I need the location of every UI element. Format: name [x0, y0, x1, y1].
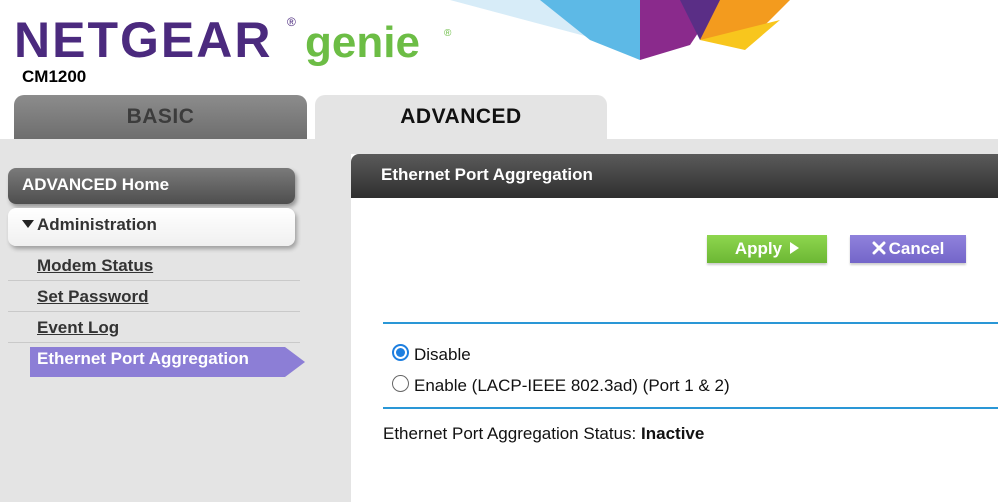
registered-mark-2: ®	[444, 28, 452, 39]
tab-advanced[interactable]: ADVANCED	[315, 95, 607, 139]
arrow-right-icon	[790, 242, 800, 254]
radio-enable-label: Enable (LACP-IEEE 802.3ad) (Port 1 & 2)	[414, 376, 730, 395]
nav-item-label: Set Password	[37, 287, 149, 306]
nav-advanced-home[interactable]: ADVANCED Home	[8, 168, 295, 204]
nav-item-label: Modem Status	[37, 256, 154, 275]
cancel-label: Cancel	[888, 239, 945, 258]
content-panel	[351, 154, 998, 502]
genie-logo: genie	[305, 18, 420, 67]
brand-logo: NETGEAR	[14, 12, 272, 68]
cancel-button[interactable]: Cancel	[850, 235, 966, 263]
nav-item-label: Event Log	[37, 318, 120, 337]
nav-section-administration[interactable]: Administration	[8, 208, 295, 246]
nav-item-modem-status[interactable]: Modem Status	[8, 251, 300, 281]
tab-basic[interactable]: BASIC	[14, 95, 307, 139]
aggregation-status: Ethernet Port Aggregation Status: Inacti…	[383, 424, 704, 444]
radio-enable[interactable]	[392, 375, 409, 392]
radio-disable-label: Disable	[414, 345, 471, 364]
panel-title: Ethernet Port Aggregation	[351, 154, 998, 198]
apply-label: Apply	[734, 239, 783, 258]
divider-bottom	[383, 407, 998, 409]
status-label: Ethernet Port Aggregation Status:	[383, 424, 637, 443]
divider-top	[383, 322, 998, 324]
registered-mark: ®	[287, 15, 296, 29]
x-icon	[872, 241, 886, 255]
apply-button[interactable]: Apply	[707, 235, 827, 263]
nav-section-label: Administration	[37, 215, 157, 234]
nav-item-event-log[interactable]: Event Log	[8, 313, 300, 343]
triangle-down-icon	[22, 220, 34, 228]
model-label: CM1200	[22, 67, 87, 86]
header-banner: NETGEAR genie ® ®	[14, 0, 790, 68]
radio-disable[interactable]	[392, 344, 409, 361]
nav-item-ethernet-port-aggregation[interactable]: Ethernet Port Aggregation	[30, 347, 305, 377]
status-value: Inactive	[641, 424, 705, 443]
banner-shape-blue-2	[540, 0, 650, 60]
nav-item-set-password[interactable]: Set Password	[8, 282, 300, 312]
